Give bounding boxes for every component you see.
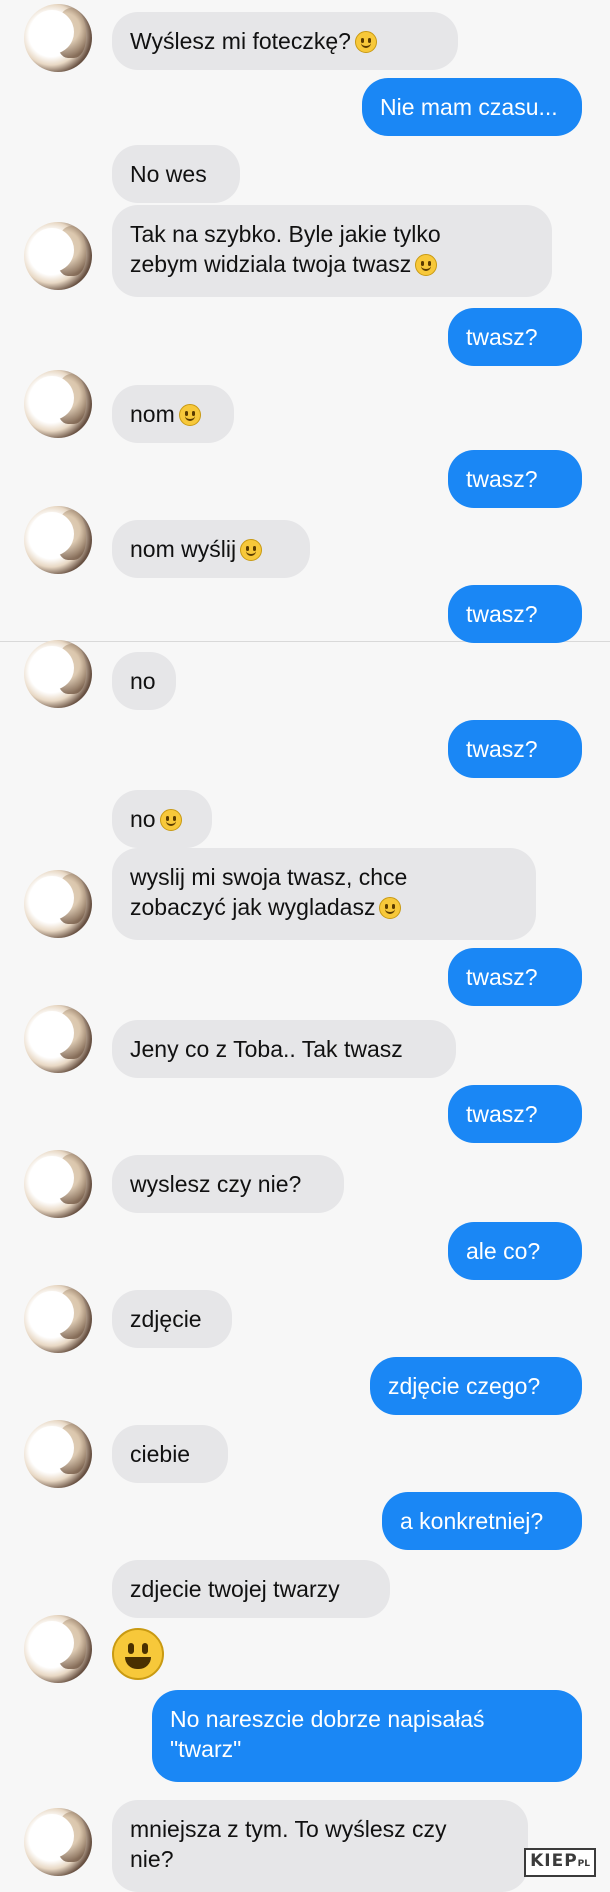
watermark-logo: KIEPPL (524, 1848, 596, 1877)
message-text: Jeny co z Toba.. Tak twasz (130, 1036, 403, 1062)
message-text: Wyślesz mi foteczkę? (130, 28, 351, 54)
avatar-face-blur (30, 228, 74, 272)
incoming-message-bubble[interactable]: ciebie (112, 1425, 228, 1483)
message-text: zdjecie twojej twarzy (130, 1576, 340, 1602)
message-text: mniejsza z tym. To wyślesz czy nie? (130, 1816, 447, 1872)
emoji-mouth (385, 907, 396, 914)
incoming-message-bubble[interactable]: nom wyślij (112, 520, 310, 578)
avatar-face-blur (30, 1156, 74, 1200)
message-text: twasz? (466, 1101, 538, 1127)
avatar-face-blur (30, 1426, 74, 1470)
message-text: zdjęcie (130, 1306, 202, 1332)
outgoing-message-bubble[interactable]: zdjęcie czego? (370, 1357, 582, 1415)
message-text: wyslij mi swoja twasz, chce zobaczyć jak… (130, 864, 408, 920)
smile-emoji (354, 31, 377, 53)
avatar-face-blur (30, 1291, 74, 1335)
avatar-face-blur (30, 1814, 74, 1858)
incoming-message-bubble[interactable]: Wyślesz mi foteczkę? (112, 12, 458, 70)
incoming-message-bubble[interactable]: No wes (112, 145, 240, 203)
outgoing-message-bubble[interactable]: Nie mam czasu... (362, 78, 582, 136)
message-text: twasz? (466, 736, 538, 762)
message-text: twasz? (466, 466, 538, 492)
emoji-mouth (360, 41, 371, 48)
avatar-face-blur (30, 646, 74, 690)
avatar-face-blur (30, 1011, 74, 1055)
incoming-message-bubble[interactable]: nom (112, 385, 234, 443)
emoji-mouth (165, 819, 176, 826)
message-text: twasz? (466, 324, 538, 350)
incoming-message-bubble[interactable]: wyslesz czy nie? (112, 1155, 344, 1213)
emoji-mouth (246, 549, 257, 556)
grin-emoji (178, 404, 201, 426)
incoming-message-bubble[interactable]: no (112, 652, 176, 710)
contact-avatar[interactable] (24, 870, 92, 938)
tongue-wink-emoji (240, 539, 263, 561)
message-text: ciebie (130, 1441, 191, 1467)
message-text: Nie mam czasu... (380, 94, 558, 120)
avatar-face-blur (30, 1621, 74, 1665)
message-text: twasz? (466, 601, 538, 627)
smile-emoji (415, 254, 438, 276)
emoji-mouth (125, 1657, 151, 1669)
emoji-mouth (421, 264, 432, 271)
contact-avatar[interactable] (24, 1808, 92, 1876)
contact-avatar[interactable] (24, 1150, 92, 1218)
incoming-message-bubble[interactable]: Tak na szybko. Byle jakie tylko zebym wi… (112, 205, 552, 297)
incoming-message-bubble[interactable]: wyslij mi swoja twasz, chce zobaczyć jak… (112, 848, 536, 940)
incoming-message-bubble[interactable]: no (112, 790, 212, 848)
incoming-message-bubble[interactable]: zdjecie twojej twarzy (112, 1560, 390, 1618)
tongue-wink-emoji (379, 897, 402, 919)
chat-thread: Wyślesz mi foteczkę? Nie mam czasu... No w… (0, 0, 610, 1892)
contact-avatar[interactable] (24, 1420, 92, 1488)
message-text: nom wyślij (130, 536, 237, 562)
contact-avatar[interactable] (24, 222, 92, 290)
message-text: wyslesz czy nie? (130, 1171, 302, 1197)
avatar-face-blur (30, 376, 74, 420)
emoji-mouth (184, 414, 195, 421)
outgoing-message-bubble[interactable]: twasz? (448, 585, 582, 643)
incoming-message-bubble[interactable]: Jeny co z Toba.. Tak twasz (112, 1020, 456, 1078)
outgoing-message-bubble[interactable]: twasz? (448, 720, 582, 778)
message-text: Tak na szybko. Byle jakie tylko zebym wi… (130, 221, 441, 277)
outgoing-message-bubble[interactable]: twasz? (448, 948, 582, 1006)
outgoing-message-bubble[interactable]: a konkretniej? (382, 1492, 582, 1550)
outgoing-message-bubble[interactable]: twasz? (448, 1085, 582, 1143)
message-text: no (130, 668, 156, 694)
outgoing-message-bubble[interactable]: twasz? (448, 308, 582, 366)
contact-avatar[interactable] (24, 1285, 92, 1353)
contact-avatar[interactable] (24, 506, 92, 574)
contact-avatar[interactable] (24, 1615, 92, 1683)
message-text: no (130, 806, 156, 832)
message-text: No wes (130, 161, 207, 187)
contact-avatar[interactable] (24, 1005, 92, 1073)
message-text: a konkretniej? (400, 1508, 544, 1534)
outgoing-message-bubble[interactable]: ale co? (448, 1222, 582, 1280)
contact-avatar[interactable] (24, 640, 92, 708)
message-text: No nareszcie dobrze napisałaś "twarz" (170, 1706, 485, 1762)
message-text: ale co? (466, 1238, 541, 1264)
incoming-message-bubble[interactable]: zdjęcie (112, 1290, 232, 1348)
contact-avatar[interactable] (24, 370, 92, 438)
avatar-face-blur (30, 512, 74, 556)
contact-avatar[interactable] (24, 4, 92, 72)
incoming-message-bubble[interactable]: mniejsza z tym. To wyślesz czy nie? (112, 1800, 528, 1892)
outgoing-message-bubble[interactable]: twasz? (448, 450, 582, 508)
avatar-face-blur (30, 10, 74, 54)
big-grin-emoji (112, 1628, 164, 1680)
outgoing-message-bubble[interactable]: No nareszcie dobrze napisałaś "twarz" (152, 1690, 582, 1782)
grin-emoji (159, 809, 182, 831)
message-text: zdjęcie czego? (388, 1373, 541, 1399)
message-text: twasz? (466, 964, 538, 990)
message-text: nom (130, 401, 175, 427)
avatar-face-blur (30, 876, 74, 920)
